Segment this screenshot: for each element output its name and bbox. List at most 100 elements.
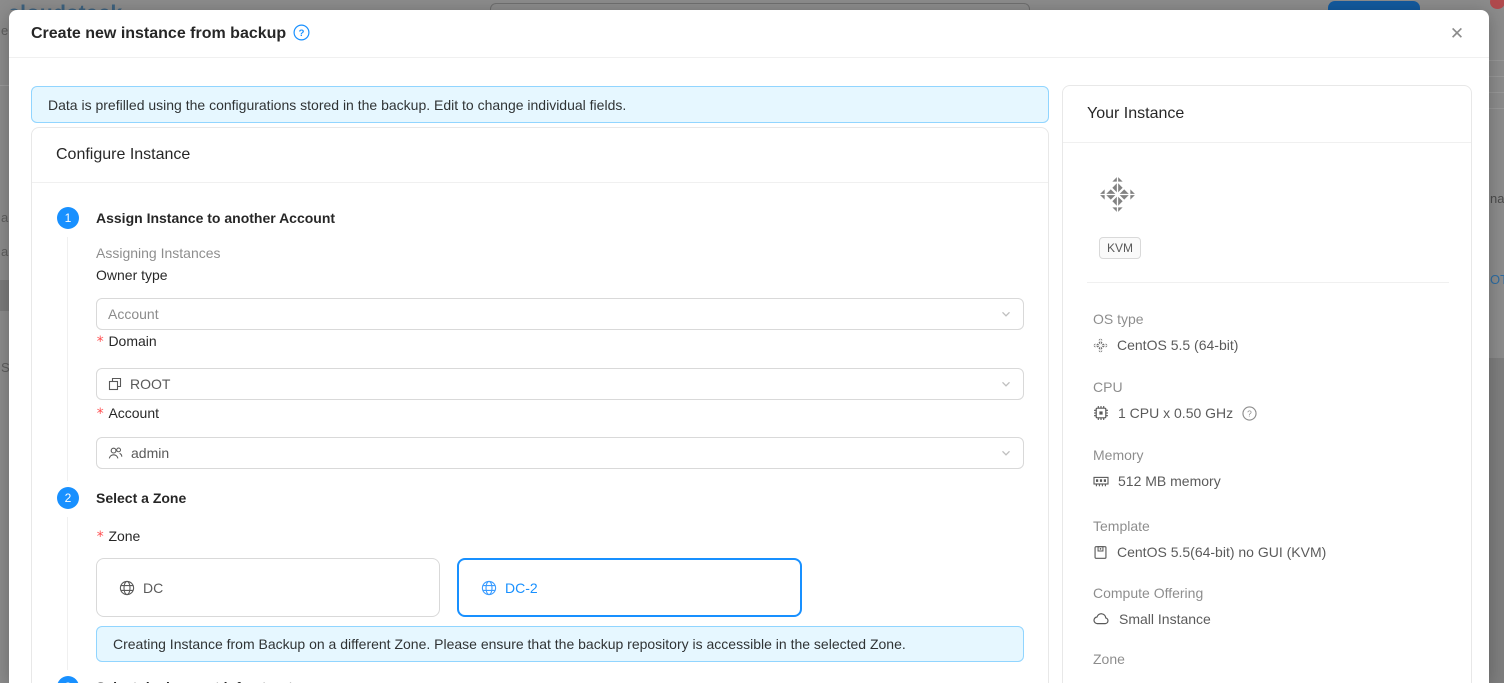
background-notification-badge (1490, 0, 1504, 9)
prefill-info-text: Data is prefilled using the configuratio… (48, 97, 626, 113)
summary-value: 1 CPU x 0.50 GHz (1118, 404, 1233, 422)
summary-compute-offering-value: Small Instance (1093, 610, 1211, 628)
globe-icon (119, 580, 135, 596)
chevron-down-icon (1000, 308, 1012, 320)
summary-label: Compute Offering (1093, 584, 1203, 602)
summary-zone-label: Zone (1093, 650, 1125, 668)
zone-warning-alert: Creating Instance from Backup on a diffe… (96, 626, 1024, 662)
summary-label: Memory (1093, 446, 1144, 464)
configure-instance-card-title: Configure Instance (32, 128, 1048, 183)
required-mark: * (96, 529, 104, 545)
zone-option-dc[interactable]: DC (96, 558, 440, 617)
summary-label: OS type (1093, 310, 1144, 328)
summary-label: Template (1093, 517, 1150, 535)
summary-template-value: CentOS 5.5(64-bit) no GUI (KVM) (1093, 543, 1326, 561)
modal-title: Create new instance from backup? (31, 24, 310, 43)
template-icon (1093, 545, 1108, 560)
required-mark: * (96, 334, 104, 350)
cloudstack-logo: cloudstack (8, 2, 123, 10)
background-text-fragment: e (1, 23, 8, 38)
step-2-title: Select a Zone (96, 487, 186, 509)
summary-memory-value: 512 MB memory (1093, 472, 1221, 490)
background-row-line (1489, 92, 1504, 93)
step-1-title: Assign Instance to another Account (96, 207, 335, 229)
your-instance-card: Your Instance KVM OS type CentOS 5.5 (64… (1062, 85, 1472, 683)
owner-type-label: Owner type (96, 266, 168, 284)
summary-memory-label: Memory (1093, 446, 1144, 464)
summary-label: CPU (1093, 378, 1123, 396)
modal-title-text: Create new instance from backup (31, 25, 286, 42)
cpu-help-icon[interactable]: ? (1242, 406, 1257, 421)
svg-text:?: ? (299, 28, 305, 39)
account-label-text: Account (108, 405, 159, 421)
chevron-down-icon (1000, 378, 1012, 390)
domain-select[interactable]: ROOT (96, 368, 1024, 400)
summary-template-label: Template (1093, 517, 1150, 535)
background-text-fragment: a (1, 210, 8, 225)
background-row-line (1489, 108, 1504, 109)
summary-os-type-value: CentOS 5.5 (64-bit) (1093, 336, 1238, 354)
background-link-fragment: OT (1490, 272, 1504, 287)
background-row-line (1489, 76, 1504, 77)
background-text-fragment: na (1490, 191, 1504, 206)
domain-label: *Domain (96, 332, 157, 351)
background-primary-button (1328, 1, 1420, 10)
step-connector-line (67, 237, 68, 481)
zone-option-dc-2[interactable]: DC-2 (457, 558, 802, 617)
step-3-title: Select deployment infrastructure (96, 676, 315, 683)
prefill-info-alert: Data is prefilled using the configuratio… (31, 86, 1049, 123)
cpu-icon (1093, 405, 1109, 421)
background-top-strip: cloudstack (0, 0, 1504, 10)
your-instance-title: Your Instance (1063, 86, 1471, 143)
background-panel-fragment (1489, 358, 1504, 683)
summary-compute-offering-label: Compute Offering (1093, 584, 1203, 602)
account-label: *Account (96, 404, 159, 423)
zone-option-label: DC-2 (505, 580, 538, 596)
background-text-fragment: a (1, 244, 8, 259)
owner-type-value: Account (108, 306, 1000, 322)
summary-divider (1087, 282, 1449, 283)
background-row-line (1489, 60, 1504, 61)
summary-cpu-label: CPU (1093, 378, 1123, 396)
centos-logo-icon (1099, 176, 1136, 213)
account-select[interactable]: admin (96, 437, 1024, 469)
step-connector-line (67, 517, 68, 670)
globe-icon (481, 580, 497, 596)
cloud-icon (1093, 612, 1110, 626)
step-2-badge: 2 (57, 487, 79, 509)
summary-value: CentOS 5.5(64-bit) no GUI (KVM) (1117, 543, 1326, 561)
close-icon[interactable]: ✕ (1445, 22, 1469, 46)
team-icon (108, 446, 123, 460)
domain-label-text: Domain (108, 333, 156, 349)
summary-value: 512 MB memory (1118, 472, 1221, 490)
memory-icon (1093, 473, 1109, 489)
summary-os-type-label: OS type (1093, 310, 1144, 328)
owner-type-select[interactable]: Account (96, 298, 1024, 330)
background-text-fragment: S (1, 360, 9, 375)
summary-value: CentOS 5.5 (64-bit) (1117, 336, 1238, 354)
step-1-badge: 1 (57, 207, 79, 229)
centos-icon (1093, 338, 1108, 353)
domain-value: ROOT (130, 376, 1000, 392)
zone-label: *Zone (96, 527, 140, 546)
zone-label-text: Zone (108, 528, 140, 544)
modal-header: Create new instance from backup? ✕ (9, 10, 1489, 58)
account-value: admin (131, 445, 1000, 461)
block-icon (108, 377, 122, 391)
hypervisor-tag: KVM (1099, 237, 1141, 259)
summary-cpu-value: 1 CPU x 0.50 GHz ? (1093, 404, 1257, 422)
background-search-box (490, 3, 1030, 10)
summary-label: Zone (1093, 650, 1125, 668)
summary-value: Small Instance (1119, 610, 1211, 628)
background-menu-highlight-fragment (0, 280, 9, 311)
background-right-strip: na OT (1489, 10, 1504, 683)
background-divider-fragment (0, 85, 9, 86)
zone-option-label: DC (143, 580, 163, 596)
background-left-strip: e a a S (0, 10, 9, 683)
zone-warning-text: Creating Instance from Backup on a diffe… (113, 636, 906, 652)
help-icon[interactable]: ? (293, 24, 310, 41)
required-mark: * (96, 406, 104, 422)
chevron-down-icon (1000, 447, 1012, 459)
assigning-instances-hint: Assigning Instances (96, 244, 221, 262)
create-instance-modal: Create new instance from backup? ✕ Data … (9, 10, 1489, 683)
